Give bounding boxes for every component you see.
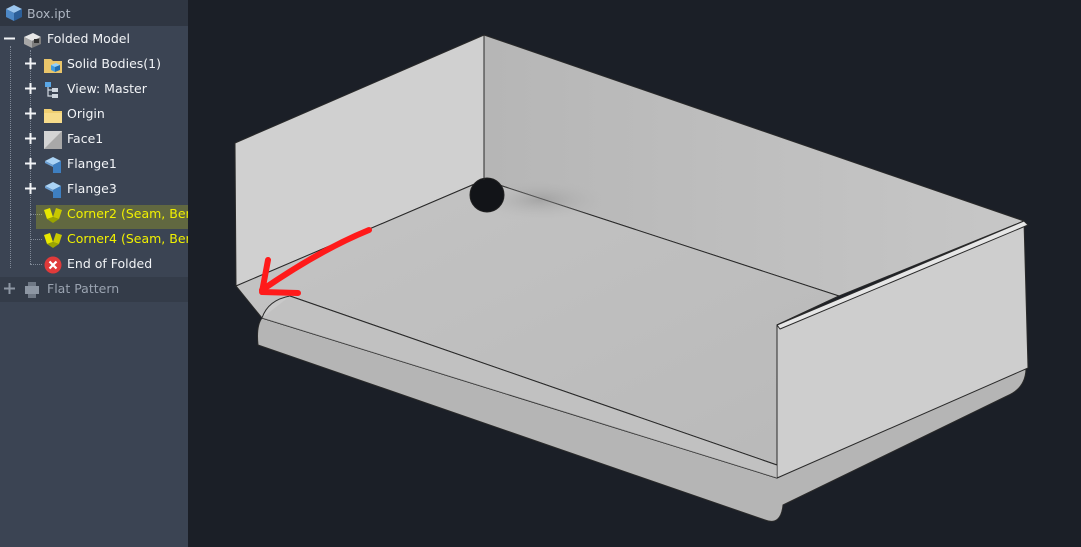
graphics-viewport[interactable] — [188, 0, 1081, 547]
document-title: Box.ipt — [27, 6, 71, 21]
tree-item-flat-pattern[interactable]: Flat Pattern — [0, 277, 188, 302]
tree-label: Flat Pattern — [47, 281, 120, 296]
tree-label: Origin — [67, 106, 105, 121]
tree-item-end-of-folded[interactable]: End of Folded — [0, 252, 188, 277]
expand-icon[interactable] — [4, 283, 15, 294]
tree-label: View: Master — [67, 81, 147, 96]
flange-feature-icon — [45, 157, 61, 173]
expand-icon[interactable] — [25, 58, 36, 69]
tree-item-origin[interactable]: Origin — [0, 102, 188, 127]
expand-icon[interactable] — [25, 158, 36, 169]
expand-icon[interactable] — [25, 108, 36, 119]
tree-item-flange1[interactable]: Flange1 — [0, 152, 188, 177]
model-browser-panel: Box.ipt Folded Model Solid Bodies(1) Vie… — [0, 0, 188, 547]
tree-item-corner4[interactable]: Corner4 (Seam, Bend — [0, 227, 188, 252]
tree-item-solid-bodies[interactable]: Solid Bodies(1) — [0, 52, 188, 77]
tree-label: Folded Model — [47, 31, 130, 46]
expand-icon[interactable] — [25, 133, 36, 144]
tree-label: Flange1 — [67, 156, 117, 171]
solid-bodies-folder-icon — [44, 59, 62, 73]
tree-root-folded-model[interactable]: Folded Model — [0, 27, 188, 52]
tree-item-view-master[interactable]: View: Master — [0, 77, 188, 102]
end-of-folded-icon — [44, 256, 62, 274]
sheet-metal-box-model[interactable] — [234, 34, 1029, 522]
tree-label: Flange3 — [67, 181, 117, 196]
tree-label: Corner4 (Seam, Bend — [67, 231, 188, 246]
tree-item-flange3[interactable]: Flange3 — [0, 177, 188, 202]
expand-icon[interactable] — [25, 183, 36, 194]
tree-item-corner2[interactable]: Corner2 (Seam, Bend — [0, 202, 188, 227]
expand-icon[interactable] — [25, 83, 36, 94]
folded-model-icon — [24, 33, 41, 48]
view-rep-icon — [45, 82, 58, 98]
tree-label: Face1 — [67, 131, 104, 146]
flange-feature-icon — [45, 182, 61, 198]
tree-label: End of Folded — [67, 256, 153, 271]
corner-seam-icon — [44, 208, 62, 223]
corner-seam-icon — [44, 233, 62, 248]
corner-relief — [469, 177, 505, 213]
tree-label: Corner2 (Seam, Bend — [67, 206, 188, 221]
tree-item-face1[interactable]: Face1 — [0, 127, 188, 152]
face-feature-icon — [44, 131, 62, 149]
tree-label: Solid Bodies(1) — [67, 56, 161, 71]
folder-icon — [44, 109, 62, 123]
flat-pattern-icon — [25, 282, 39, 298]
part-document-icon — [6, 5, 22, 21]
browser-header: Box.ipt — [0, 0, 188, 26]
collapse-icon[interactable] — [4, 33, 15, 44]
